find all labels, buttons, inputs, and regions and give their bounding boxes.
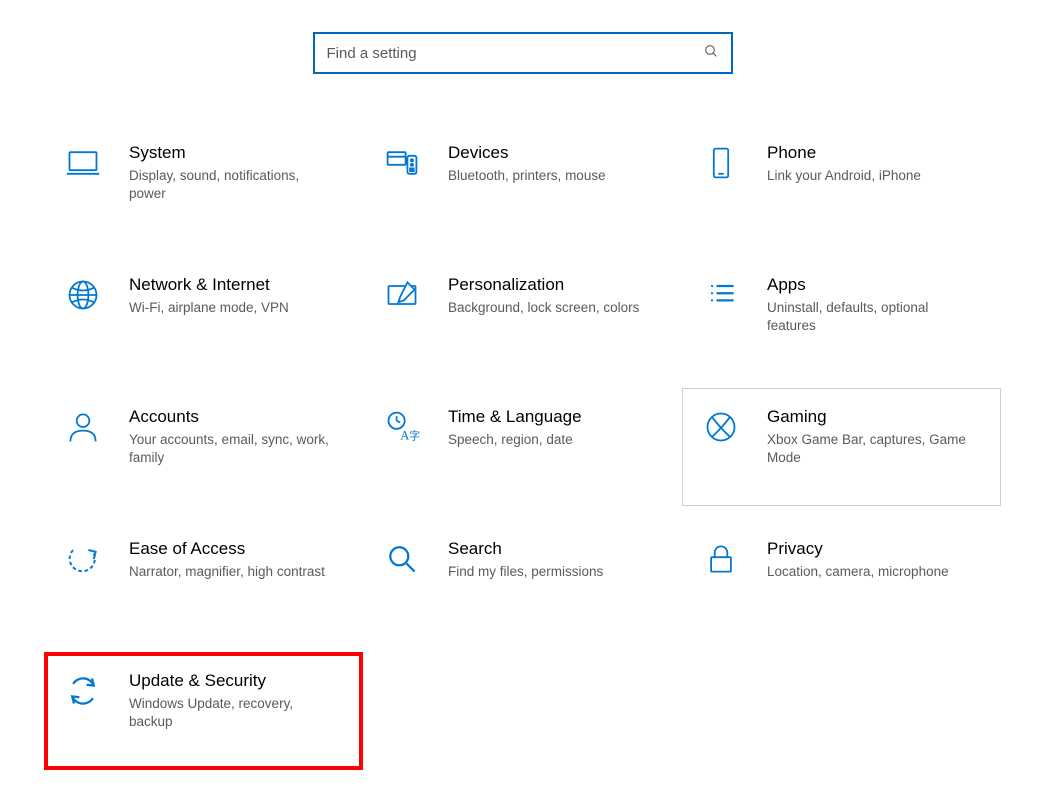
tile-time-language[interactable]: A 字 Time & Language Speech, region, date bbox=[363, 388, 682, 506]
tile-title: Phone bbox=[767, 143, 982, 163]
tile-desc: Link your Android, iPhone bbox=[767, 167, 967, 185]
personalization-icon bbox=[382, 275, 422, 313]
tile-title: Time & Language bbox=[448, 407, 663, 427]
update-security-icon bbox=[63, 671, 103, 709]
tile-desc: Find my files, permissions bbox=[448, 563, 648, 581]
tile-ease-of-access[interactable]: Ease of Access Narrator, magnifier, high… bbox=[44, 520, 363, 638]
tile-gaming[interactable]: Gaming Xbox Game Bar, captures, Game Mod… bbox=[682, 388, 1001, 506]
tile-desc: Your accounts, email, sync, work, family bbox=[129, 431, 329, 467]
search-category-icon bbox=[382, 539, 422, 577]
tile-desc: Bluetooth, printers, mouse bbox=[448, 167, 648, 185]
tile-title: Search bbox=[448, 539, 663, 559]
search-icon bbox=[703, 43, 719, 64]
tile-desc: Wi-Fi, airplane mode, VPN bbox=[129, 299, 329, 317]
tile-devices[interactable]: Devices Bluetooth, printers, mouse bbox=[363, 124, 682, 242]
apps-icon bbox=[701, 275, 741, 313]
tile-desc: Windows Update, recovery, backup bbox=[129, 695, 329, 731]
tile-desc: Speech, region, date bbox=[448, 431, 648, 449]
tile-title: Privacy bbox=[767, 539, 982, 559]
tile-accounts[interactable]: Accounts Your accounts, email, sync, wor… bbox=[44, 388, 363, 506]
tile-title: Update & Security bbox=[129, 671, 344, 691]
tile-desc: Narrator, magnifier, high contrast bbox=[129, 563, 329, 581]
system-icon bbox=[63, 143, 103, 181]
tile-desc: Background, lock screen, colors bbox=[448, 299, 648, 317]
tile-title: Devices bbox=[448, 143, 663, 163]
tile-network[interactable]: Network & Internet Wi-Fi, airplane mode,… bbox=[44, 256, 363, 374]
search-box[interactable] bbox=[313, 32, 733, 74]
tile-search[interactable]: Search Find my files, permissions bbox=[363, 520, 682, 638]
search-input[interactable] bbox=[327, 45, 703, 62]
accounts-icon bbox=[63, 407, 103, 445]
tile-phone[interactable]: Phone Link your Android, iPhone bbox=[682, 124, 1001, 242]
tile-desc: Display, sound, notifications, power bbox=[129, 167, 329, 203]
privacy-icon bbox=[701, 539, 741, 577]
tile-title: Accounts bbox=[129, 407, 344, 427]
tile-system[interactable]: System Display, sound, notifications, po… bbox=[44, 124, 363, 242]
time-language-icon: A 字 bbox=[382, 407, 422, 445]
tile-personalization[interactable]: Personalization Background, lock screen,… bbox=[363, 256, 682, 374]
settings-grid: System Display, sound, notifications, po… bbox=[0, 124, 1045, 770]
gaming-icon bbox=[701, 407, 741, 445]
tile-desc: Uninstall, defaults, optional features bbox=[767, 299, 967, 335]
tile-update-security[interactable]: Update & Security Windows Update, recove… bbox=[44, 652, 363, 770]
phone-icon bbox=[701, 143, 741, 181]
tile-title: Gaming bbox=[767, 407, 982, 427]
tile-title: Network & Internet bbox=[129, 275, 344, 295]
svg-text:A: A bbox=[400, 429, 409, 443]
devices-icon bbox=[382, 143, 422, 181]
tile-privacy[interactable]: Privacy Location, camera, microphone bbox=[682, 520, 1001, 638]
svg-text:字: 字 bbox=[409, 430, 420, 443]
tile-title: Apps bbox=[767, 275, 982, 295]
tile-title: Ease of Access bbox=[129, 539, 344, 559]
tile-apps[interactable]: Apps Uninstall, defaults, optional featu… bbox=[682, 256, 1001, 374]
network-icon bbox=[63, 275, 103, 313]
search-bar-container bbox=[0, 0, 1045, 124]
tile-title: System bbox=[129, 143, 344, 163]
tile-title: Personalization bbox=[448, 275, 663, 295]
tile-desc: Xbox Game Bar, captures, Game Mode bbox=[767, 431, 967, 467]
ease-of-access-icon bbox=[63, 539, 103, 577]
tile-desc: Location, camera, microphone bbox=[767, 563, 967, 581]
